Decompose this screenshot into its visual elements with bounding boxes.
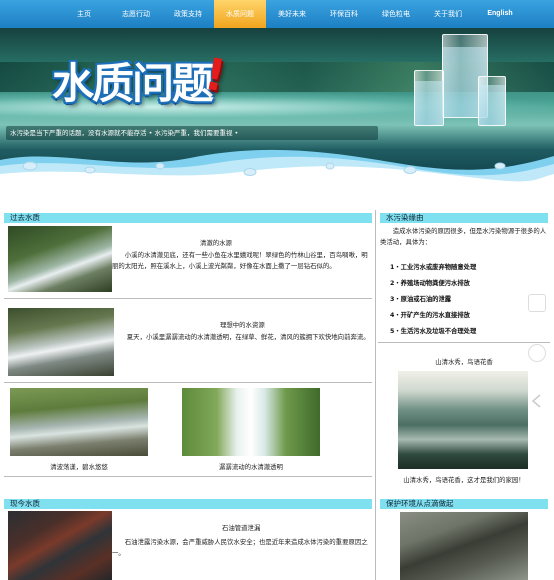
photo-caption: 山清水秀，鸟语花香，这才是我们的家园！ xyxy=(403,476,525,484)
float-button[interactable] xyxy=(528,344,546,362)
nav-item-policy[interactable]: 政策支持 xyxy=(162,0,214,28)
banner-ticker: 水污染是当下严重的话题，没有水源就不能存活 • 水污染严重，我们需要重视 • xyxy=(6,126,378,140)
photo-caption: 潺潺流动的水清澈透明 xyxy=(219,463,283,471)
water-glass-icon xyxy=(478,76,506,126)
article-title: 石油管道泄漏 xyxy=(222,524,261,532)
water-sampling-photo xyxy=(400,512,528,580)
article-title: 清澈的水源 xyxy=(200,239,232,247)
nav-item-encyclopedia[interactable]: 环保百科 xyxy=(318,0,370,28)
photo-title: 山清水秀，鸟语花香 xyxy=(435,358,493,366)
section-heading-present: 现今水质 xyxy=(4,499,372,509)
oil-spill-photo xyxy=(8,511,112,580)
cause-item: 1・工业污水或废弃物随意处理 xyxy=(390,264,477,271)
cause-item: 5・生活污水及垃圾不合理处理 xyxy=(390,328,477,335)
main-nav: 主页 志愿行动 政策支持 水质问题 美好未来 环保百科 绿色粒电 关于我们 En… xyxy=(0,0,554,28)
water-glass-icon xyxy=(414,70,444,126)
divider xyxy=(4,382,372,383)
nav-item-water-issues[interactable]: 水质问题 xyxy=(214,0,266,28)
back-arrow-icon[interactable] xyxy=(528,392,546,410)
waterfall-photo xyxy=(182,388,320,456)
causes-intro: 造成水体污染的原因很多，但是水污染物源于很多的人类活动，具体为： xyxy=(380,227,547,246)
nav-item-about[interactable]: 关于我们 xyxy=(422,0,474,28)
divider xyxy=(4,298,372,299)
nav-item-future[interactable]: 美好未来 xyxy=(266,0,318,28)
stream-photo xyxy=(8,226,112,292)
article-body: 夏天，小溪里潺潺流动的水清澈透明，在绿草、鲜花，清风的簇拥下欢快地向前奔流。 xyxy=(126,333,370,341)
photo-caption: 清波荡漾，碧水悠悠 xyxy=(50,463,108,471)
cause-item: 2・养殖场动物粪便污水排放 xyxy=(390,280,470,287)
divider xyxy=(4,476,372,477)
float-button[interactable] xyxy=(528,294,546,312)
droplet-decoration xyxy=(22,161,506,176)
nav-item-green[interactable]: 绿色粒电 xyxy=(370,0,422,28)
article-body: 小溪的水清澈见底，还有一些小鱼在水里嬉戏呢！翠绿色的竹林山谷里，百鸟啁啾，明丽的… xyxy=(112,251,368,270)
landscape-photo xyxy=(398,371,528,469)
nav-item-home[interactable]: 主页 xyxy=(58,0,110,28)
section-heading-causes: 水污染缘由 xyxy=(380,213,548,223)
nav-item-volunteer[interactable]: 志愿行动 xyxy=(110,0,162,28)
rocky-river-photo xyxy=(10,388,148,456)
banner-title: 水质问题 xyxy=(52,59,214,108)
article-body: 石油泄露污染水源，会严重威胁人民饮水安全；也是近年来造成水体污染的重要原因之一。 xyxy=(112,538,368,557)
divider xyxy=(378,342,550,343)
cause-item: 3・原油或石油的泄露 xyxy=(390,296,452,303)
column-divider xyxy=(375,210,376,580)
section-heading-protect: 保护环境从点滴做起 xyxy=(380,499,548,509)
nav-item-english[interactable]: English xyxy=(474,0,526,28)
article-title: 理想中的水资源 xyxy=(220,321,265,329)
creek-photo xyxy=(8,308,114,376)
cause-item: 4・开矿产生的污水直接排放 xyxy=(390,312,470,319)
section-heading-past: 过去水质 xyxy=(4,213,372,223)
